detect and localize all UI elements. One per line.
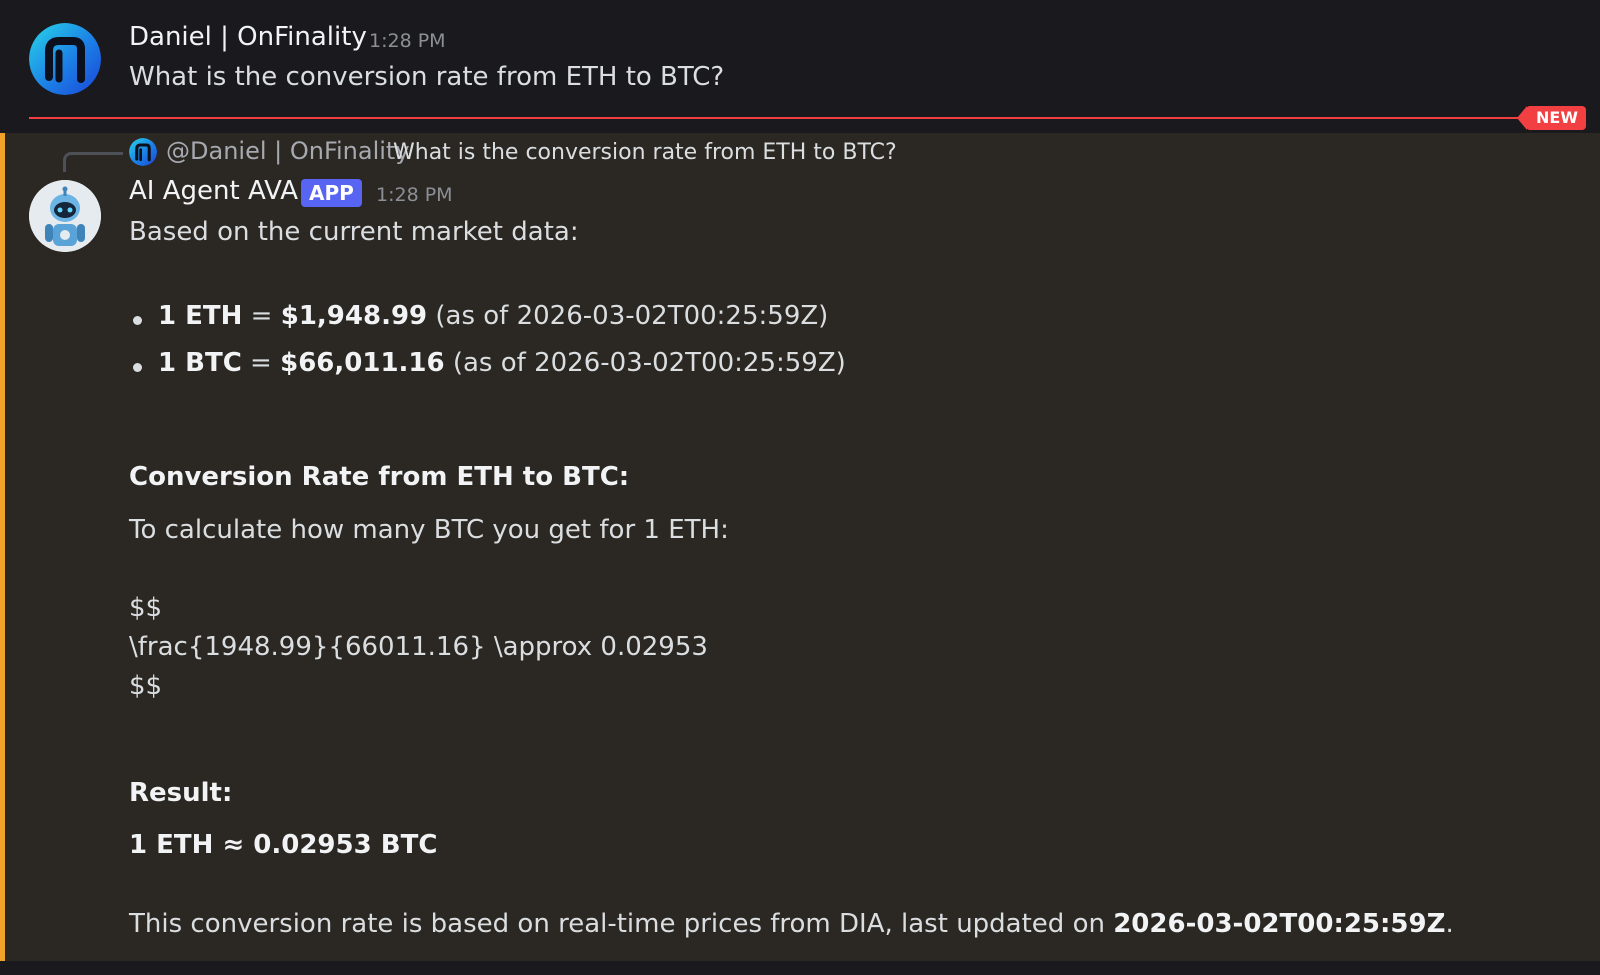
btc-note: (as of 2026-03-02T00:25:59Z): [444, 348, 846, 378]
footer-suffix: .: [1445, 909, 1454, 939]
latex-close: $$: [129, 671, 163, 701]
reply-preview-text[interactable]: What is the conversion rate from ETH to …: [393, 140, 897, 165]
daniel-timestamp: 1:28 PM: [369, 30, 446, 52]
bullet-dot: [133, 363, 142, 372]
daniel-username[interactable]: Daniel | OnFinality: [129, 22, 367, 52]
btc-price: $66,011.16: [280, 348, 445, 378]
ava-timestamp: 1:28 PM: [376, 184, 453, 206]
bullet-btc: 1 BTC = $66,011.16 (as of 2026-03-02T00:…: [158, 348, 846, 378]
eth-asset: 1 ETH: [158, 301, 243, 331]
eth-note: (as of 2026-03-02T00:25:59Z): [427, 301, 829, 331]
footer-time: 2026-03-02T00:25:59Z: [1113, 909, 1446, 939]
message-daniel: Daniel | OnFinality 1:28 PM What is the …: [0, 0, 1600, 118]
result-label: Result:: [129, 778, 233, 808]
bottom-strip: [0, 961, 1600, 975]
message-ava: @Daniel | OnFinality What is the convers…: [0, 133, 1600, 961]
conversion-heading: Conversion Rate from ETH to BTC:: [129, 462, 630, 492]
result-value: 1 ETH ≈ 0.02953 BTC: [129, 830, 438, 860]
calc-intro: To calculate how many BTC you get for 1 …: [129, 515, 729, 545]
footer-text: This conversion rate is based on real-ti…: [129, 909, 1454, 939]
eth-price: $1,948.99: [280, 301, 428, 331]
btc-eq: =: [241, 348, 281, 378]
ava-username[interactable]: AI Agent AVA: [129, 176, 298, 206]
bullet-dot: [133, 316, 142, 325]
new-badge: NEW: [1517, 106, 1586, 130]
latex-open: $$: [129, 593, 163, 623]
mention-highlight-bar: [0, 133, 5, 961]
chat-window: Daniel | OnFinality 1:28 PM What is the …: [0, 0, 1600, 975]
new-messages-divider: [29, 117, 1541, 119]
eth-eq: =: [242, 301, 281, 331]
reply-username[interactable]: @Daniel | OnFinality: [166, 137, 410, 165]
reply-connector: [63, 152, 123, 172]
daniel-message-text: What is the conversion rate from ETH to …: [129, 62, 725, 92]
footer-prefix: This conversion rate is based on real-ti…: [129, 909, 1114, 939]
latex-expression: \frac{1948.99}{66011.16} \approx 0.02953: [129, 632, 708, 662]
bullet-eth: 1 ETH = $1,948.99 (as of 2026-03-02T00:2…: [158, 301, 828, 331]
intro-text: Based on the current market data:: [129, 217, 579, 247]
daniel-avatar-icon[interactable]: [29, 23, 101, 95]
app-tag: APP: [301, 179, 362, 207]
btc-asset: 1 BTC: [158, 348, 242, 378]
reply-avatar-icon[interactable]: [129, 138, 157, 166]
ava-avatar-icon[interactable]: [29, 180, 101, 252]
